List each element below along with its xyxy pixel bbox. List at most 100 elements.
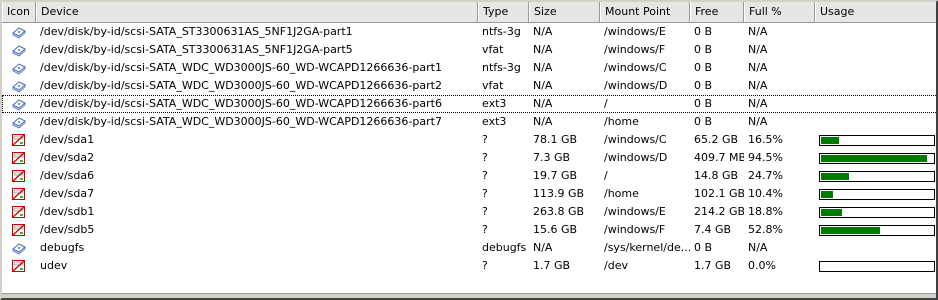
size-value: 7.3 GB: [533, 151, 571, 164]
drive-unmounted-icon: [2, 259, 36, 273]
usage-bar-fill: [821, 190, 833, 198]
usage-bar-fill: [821, 136, 840, 144]
mount-point: /sys/kernel/de...: [604, 241, 690, 254]
column-header-full-percent[interactable]: Full %: [744, 2, 815, 22]
full-percent: N/A: [748, 79, 768, 92]
table-row[interactable]: /dev/sdb5? 15.6 GB/windows/F 7.4 GB 52.8%: [2, 221, 936, 239]
full-percent: 10.4%: [748, 187, 783, 200]
mount-point: /home: [604, 187, 639, 200]
usage-bar-fill: [821, 172, 849, 180]
device-path: /dev/disk/by-id/scsi-SATA_WDC_WD3000JS-6…: [40, 97, 442, 110]
filesystem-type: ?: [482, 169, 488, 182]
size-value: 113.9 GB: [533, 187, 585, 200]
mount-point: /windows/F: [604, 223, 666, 236]
drive-mounted-icon: [2, 25, 36, 39]
column-header-size[interactable]: Size: [529, 2, 600, 22]
horizontal-scrollbar[interactable]: [2, 293, 936, 298]
device-path: debugfs: [40, 241, 85, 254]
filesystem-type: ntfs-3g: [482, 25, 521, 38]
device-path: /dev/sda7: [40, 187, 95, 200]
column-header-usage[interactable]: Usage: [815, 2, 936, 22]
size-value: 263.8 GB: [533, 205, 585, 218]
device-path: /dev/sda2: [40, 151, 95, 164]
filesystem-type: ntfs-3g: [482, 61, 521, 74]
table-row[interactable]: debugfs debugfs N/A/sys/kernel/de... 0 B N/A: [2, 239, 936, 257]
column-header-free[interactable]: Free: [690, 2, 744, 22]
table-row[interactable]: /dev/sda6? 19.7 GB / 14.8 GB 24.7%: [2, 167, 936, 185]
usage-cell: [815, 188, 936, 200]
full-percent: 52.8%: [748, 223, 783, 236]
size-value: N/A: [533, 43, 553, 56]
full-percent: 18.8%: [748, 205, 783, 218]
mount-point: /windows/D: [604, 79, 668, 92]
column-header-device[interactable]: Device: [36, 2, 478, 22]
free-value: 0 B: [694, 115, 713, 128]
full-percent: N/A: [748, 61, 768, 74]
free-value: 1.7 GB: [694, 259, 732, 272]
size-value: N/A: [533, 97, 553, 110]
full-percent: 0.0%: [748, 259, 776, 272]
full-percent: N/A: [748, 25, 768, 38]
table-row[interactable]: /dev/disk/by-id/scsi-SATA_WDC_WD3000JS-6…: [2, 95, 936, 113]
column-header-icon[interactable]: Icon: [2, 2, 36, 22]
full-percent: 24.7%: [748, 169, 783, 182]
filesystem-type: ext3: [482, 97, 507, 110]
size-value: N/A: [533, 25, 553, 38]
free-value: 102.1 GB: [694, 187, 744, 200]
drive-mounted-icon: [2, 97, 36, 111]
usage-bar: [819, 170, 935, 182]
usage-cell: [815, 224, 936, 236]
device-path: /dev/disk/by-id/scsi-SATA_ST3300631AS_5N…: [40, 43, 353, 56]
table-row[interactable]: udev? 1.7 GB/dev 1.7 GB 0.0%: [2, 257, 936, 275]
table-row[interactable]: /dev/disk/by-id/scsi-SATA_ST3300631AS_5N…: [2, 41, 936, 59]
mount-point: /windows/C: [604, 133, 667, 146]
usage-cell: [815, 170, 936, 182]
table-row[interactable]: /dev/sda2? 7.3 GB/windows/D 409.7 MB 94.5%: [2, 149, 936, 167]
size-value: 15.6 GB: [533, 223, 578, 236]
filesystem-type: ?: [482, 223, 488, 236]
column-header-row: Icon Device Type Size Mount Point Free F…: [2, 2, 936, 23]
table-row[interactable]: /dev/disk/by-id/scsi-SATA_WDC_WD3000JS-6…: [2, 59, 936, 77]
drive-unmounted-icon: [2, 169, 36, 183]
device-path: /dev/sda6: [40, 169, 95, 182]
drive-unmounted-icon: [2, 223, 36, 237]
full-percent: N/A: [748, 97, 768, 110]
free-value: 0 B: [694, 43, 713, 56]
drive-unmounted-icon: [2, 133, 36, 147]
table-row[interactable]: /dev/sda1? 78.1 GB/windows/C 65.2 GB 16.5%: [2, 131, 936, 149]
mount-point: /windows/E: [604, 25, 666, 38]
size-value: 19.7 GB: [533, 169, 578, 182]
usage-bar: [819, 206, 935, 218]
column-header-type[interactable]: Type: [478, 2, 529, 22]
table-row[interactable]: /dev/disk/by-id/scsi-SATA_WDC_WD3000JS-6…: [2, 113, 936, 131]
device-path: /dev/disk/by-id/scsi-SATA_WDC_WD3000JS-6…: [40, 79, 442, 92]
column-header-mount-point[interactable]: Mount Point: [600, 2, 690, 22]
table-row[interactable]: /dev/disk/by-id/scsi-SATA_ST3300631AS_5N…: [2, 23, 936, 41]
device-path: /dev/disk/by-id/scsi-SATA_ST3300631AS_5N…: [40, 25, 353, 38]
usage-cell: [815, 260, 936, 272]
usage-cell: [815, 152, 936, 164]
mount-point: /windows/D: [604, 151, 668, 164]
free-value: 409.7 MB: [694, 151, 744, 164]
mount-point: /windows/E: [604, 205, 666, 218]
usage-bar: [819, 134, 935, 146]
free-value: 0 B: [694, 79, 713, 92]
usage-bar-fill: [821, 154, 927, 162]
usage-bar-fill: [821, 208, 843, 216]
table-row[interactable]: /dev/sda7? 113.9 GB/home 102.1 GB 10.4%: [2, 185, 936, 203]
disk-usage-list: Icon Device Type Size Mount Point Free F…: [0, 0, 938, 300]
drive-unmounted-icon: [2, 205, 36, 219]
table-row[interactable]: /dev/sdb1? 263.8 GB/windows/E 214.2 GB 18.8…: [2, 203, 936, 221]
free-value: 7.4 GB: [694, 223, 732, 236]
usage-bar: [819, 260, 935, 272]
mount-point: /: [604, 169, 608, 182]
filesystem-type: debugfs: [482, 241, 527, 254]
usage-bar: [819, 152, 935, 164]
mount-point: /: [604, 97, 608, 110]
filesystem-type: ?: [482, 187, 488, 200]
size-value: N/A: [533, 115, 553, 128]
device-path: /dev/sda1: [40, 133, 95, 146]
filesystem-type: ext3: [482, 115, 507, 128]
table-row[interactable]: /dev/disk/by-id/scsi-SATA_WDC_WD3000JS-6…: [2, 77, 936, 95]
free-value: 0 B: [694, 97, 713, 110]
